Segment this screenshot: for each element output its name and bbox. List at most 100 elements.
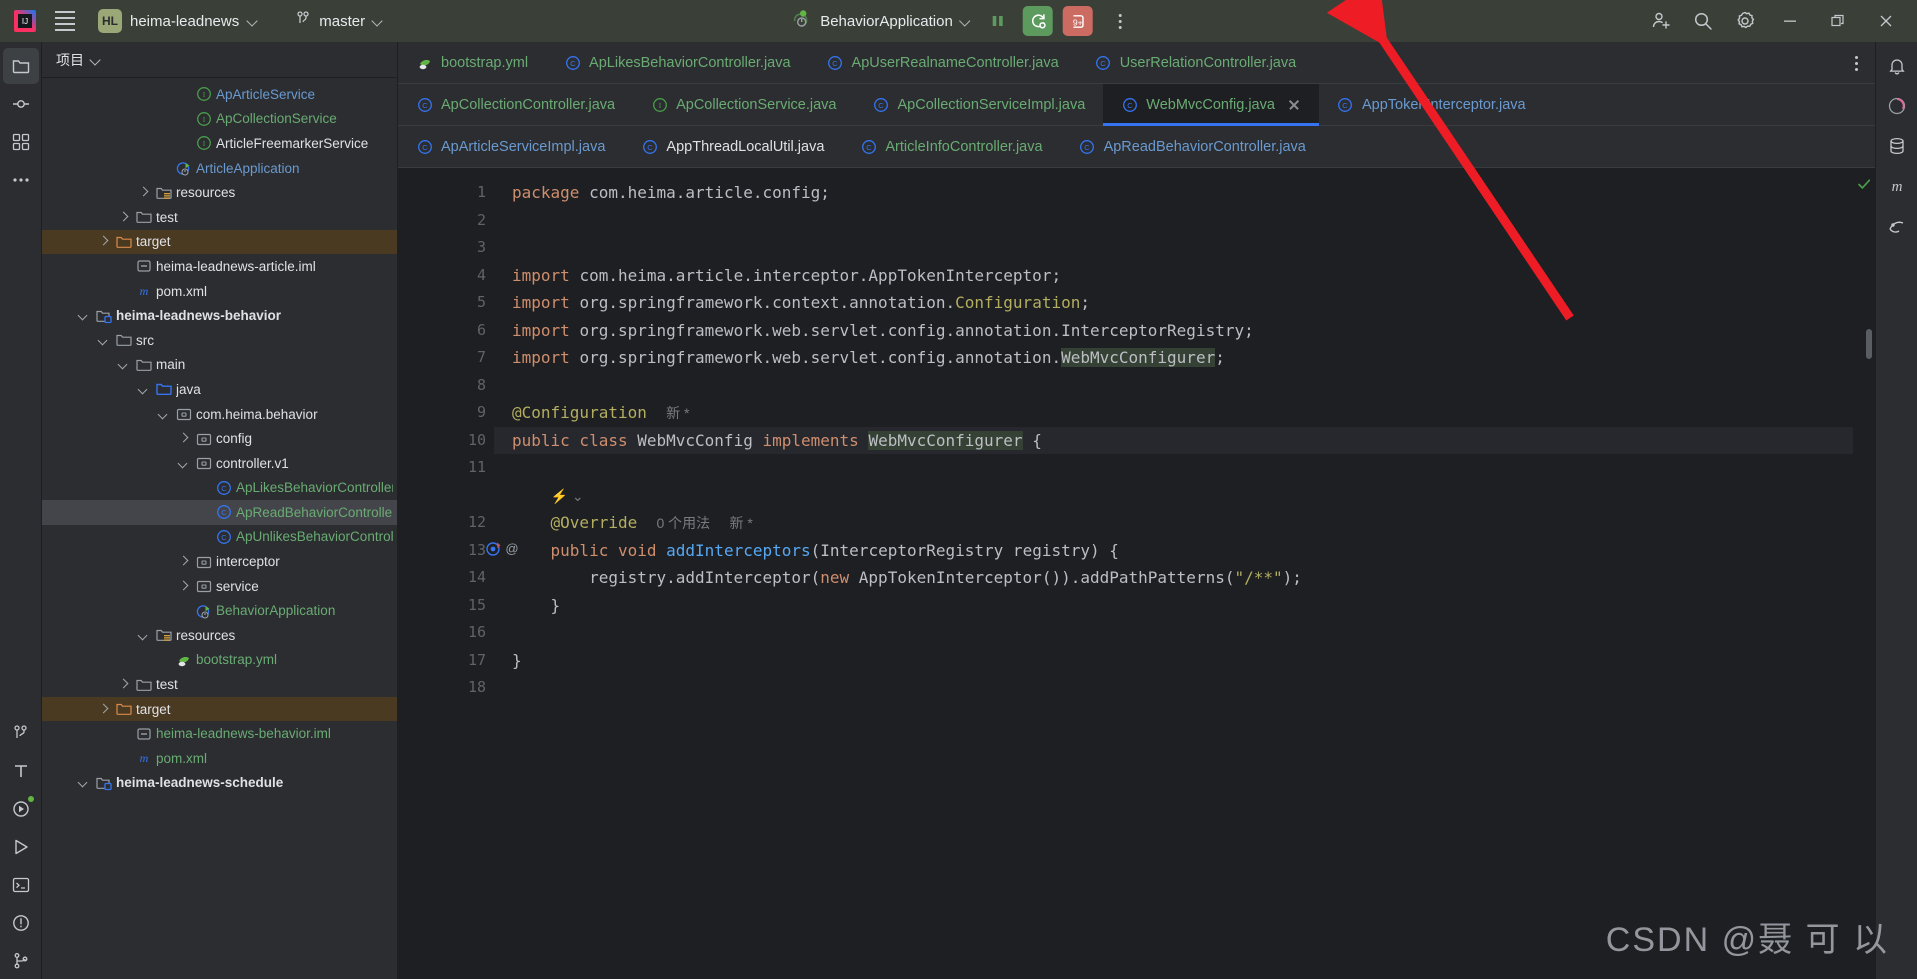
gutter-line-2[interactable]: 2	[398, 207, 494, 235]
gutter-line-12[interactable]: 12	[398, 509, 494, 537]
sidebar-item-problems[interactable]	[3, 905, 39, 941]
tree-node-service[interactable]: service	[42, 574, 397, 599]
editor-tab-webmvcconfig.java[interactable]: C WebMvcConfig.java	[1103, 84, 1319, 126]
pause-button[interactable]	[983, 6, 1013, 36]
gutter-line-16[interactable]: 16	[398, 619, 494, 647]
chevron-right-icon[interactable]	[116, 210, 131, 225]
editor-tab-bootstrap.yml[interactable]: bootstrap.yml	[398, 42, 546, 83]
close-tab-icon[interactable]	[1287, 98, 1301, 112]
tree-node-aplikesbehaviorcontroller[interactable]: C ApLikesBehaviorController	[42, 476, 397, 501]
code-line-16[interactable]	[494, 619, 1853, 647]
more-options-icon[interactable]	[1107, 6, 1133, 36]
tree-node-aparticleservice[interactable]: I ApArticleService	[42, 82, 397, 107]
sidebar-item-todo[interactable]	[3, 753, 39, 789]
gutter-line-5[interactable]: 5	[398, 289, 494, 317]
run-configuration-selector[interactable]: BehaviorApplication	[784, 6, 979, 37]
editor-gutter[interactable]: 1 2 3 4 5 6 7 8 9 10 11 12 13 @14 15 16 17 18	[398, 169, 521, 979]
gutter-line-7[interactable]: 7	[398, 344, 494, 372]
code-line-7[interactable]: import org.springframework.web.servlet.c…	[494, 344, 1853, 372]
chevron-down-icon[interactable]	[156, 407, 171, 422]
tree-node-controller.v1[interactable]: controller.v1	[42, 451, 397, 476]
tree-node-test[interactable]: test	[42, 672, 397, 697]
sidebar-item-structure[interactable]	[3, 124, 39, 160]
tree-node-pom.xml[interactable]: m pom.xml	[42, 746, 397, 771]
editor-tab-apcollectioncontroller.java[interactable]: C ApCollectionController.java	[398, 84, 633, 125]
code-line-10[interactable]: public class WebMvcConfig implements Web…	[494, 426, 1853, 454]
tree-node-src[interactable]: src	[42, 328, 397, 353]
sidebar-item-gradle[interactable]	[1879, 208, 1915, 244]
chevron-right-icon[interactable]	[176, 579, 191, 594]
sidebar-item-maven[interactable]: m	[1879, 168, 1915, 204]
code-line-2[interactable]	[494, 207, 1853, 235]
tree-node-articleapplication[interactable]: ArticleApplication	[42, 156, 397, 181]
tree-node-target[interactable]: target	[42, 229, 397, 255]
code-line-17[interactable]: }	[494, 647, 1853, 675]
editor-tab-apptokeninterceptor.java[interactable]: C AppTokenInterceptor.java	[1319, 84, 1544, 125]
gutter-line-6[interactable]: 6	[398, 317, 494, 345]
editor-code-body[interactable]: package com.heima.article.config; import…	[494, 169, 1853, 979]
close-button[interactable]	[1863, 0, 1909, 42]
sidebar-item-ai-assistant[interactable]	[1879, 88, 1915, 124]
git-branch-selector[interactable]: master	[287, 7, 392, 35]
sidebar-item-database[interactable]	[1879, 128, 1915, 164]
code-inlay-hint[interactable]: ⚡ ⌄	[494, 482, 1853, 510]
editor-tab-userrelationcontroller.java[interactable]: C UserRelationController.java	[1077, 42, 1315, 83]
sidebar-item-project[interactable]	[2, 48, 39, 84]
code-line-11[interactable]	[494, 454, 1853, 482]
chevron-right-icon[interactable]	[176, 431, 191, 446]
tree-node-target[interactable]: target	[42, 696, 397, 722]
gutter-line-3[interactable]: 3	[398, 234, 494, 262]
code-line-14[interactable]: registry.addInterceptor(new AppTokenInte…	[494, 564, 1853, 592]
code-line-13[interactable]: public void addInterceptors(InterceptorR…	[494, 537, 1853, 565]
project-selector[interactable]: HL heima-leadnews	[94, 6, 267, 36]
gutter-line-11[interactable]: 11	[398, 454, 494, 482]
chevron-right-icon[interactable]	[96, 702, 111, 717]
editor-tab-aplikesbehaviorcontroller.java[interactable]: C ApLikesBehaviorController.java	[546, 42, 809, 83]
chevron-right-icon[interactable]	[176, 554, 191, 569]
code-line-4[interactable]: import com.heima.article.interceptor.App…	[494, 262, 1853, 290]
code-line-9[interactable]: @Configuration 新 *	[494, 399, 1853, 427]
project-file-tree[interactable]: I ApArticleService I ApCollectionService I Ar…	[42, 78, 397, 979]
chevron-right-icon[interactable]	[96, 234, 111, 249]
search-icon[interactable]	[1683, 4, 1723, 38]
tree-node-com.heima.behavior[interactable]: com.heima.behavior	[42, 402, 397, 427]
code-line-1[interactable]: package com.heima.article.config;	[494, 179, 1853, 207]
tree-node-apunlikesbehaviorcontroller[interactable]: C ApUnlikesBehaviorController	[42, 525, 397, 550]
gutter-line-10[interactable]: 10	[398, 427, 521, 455]
code-line-3[interactable]	[494, 234, 1853, 262]
code-line-6[interactable]: import org.springframework.web.servlet.c…	[494, 317, 1853, 345]
tree-node-heima-leadnews-article.iml[interactable]: heima-leadnews-article.iml	[42, 254, 397, 279]
tree-node-pom.xml[interactable]: m pom.xml	[42, 279, 397, 304]
chevron-down-icon[interactable]	[76, 775, 91, 790]
tree-node-bootstrap.yml[interactable]: bootstrap.yml	[42, 648, 397, 673]
editor-scrollbar-thumb[interactable]	[1866, 329, 1872, 359]
code-line-8[interactable]	[494, 372, 1853, 400]
gutter-line-4[interactable]: 4	[398, 262, 494, 290]
gutter-line-9[interactable]: 9	[398, 399, 494, 427]
chevron-down-icon[interactable]	[96, 333, 111, 348]
gutter-line-13[interactable]: 13 @	[398, 537, 519, 565]
tree-node-test[interactable]: test	[42, 205, 397, 230]
gutter-line-8[interactable]: 8	[398, 372, 494, 400]
maximize-restore-button[interactable]	[1815, 0, 1861, 42]
sidebar-item-notifications[interactable]	[1879, 48, 1915, 84]
gutter-line-14[interactable]: 14	[398, 564, 494, 592]
editor-tab-apcollectionservice.java[interactable]: I ApCollectionService.java	[633, 84, 854, 125]
code-line-5[interactable]: import org.springframework.context.annot…	[494, 289, 1853, 317]
gutter-line-17[interactable]: 17	[398, 647, 494, 675]
chevron-right-icon[interactable]	[136, 185, 151, 200]
editor-tab-aparticleserviceimpl.java[interactable]: C ApArticleServiceImpl.java	[398, 126, 623, 167]
editor-tab-apuserrealnamecontroller.java[interactable]: C ApUserRealnameController.java	[809, 42, 1077, 83]
tree-node-apreadbehaviorcontroller[interactable]: C ApReadBehaviorController	[42, 500, 397, 525]
tab-list-options-icon[interactable]	[1845, 52, 1867, 74]
editor-tab-appthreadlocalutil.java[interactable]: C AppThreadLocalUtil.java	[623, 126, 842, 167]
sidebar-item-git[interactable]	[3, 943, 39, 979]
hamburger-menu-icon[interactable]	[48, 6, 82, 36]
tree-node-config[interactable]: config	[42, 426, 397, 451]
tree-node-articlefreemarkerservice[interactable]: I ArticleFreemarkerService	[42, 131, 397, 156]
chevron-down-icon[interactable]	[136, 628, 151, 643]
rerun-button[interactable]	[1022, 6, 1053, 36]
chevron-down-icon[interactable]	[176, 456, 191, 471]
code-line-12[interactable]: @Override 0 个用法 新 *	[494, 509, 1853, 537]
tree-node-interceptor[interactable]: interceptor	[42, 549, 397, 574]
